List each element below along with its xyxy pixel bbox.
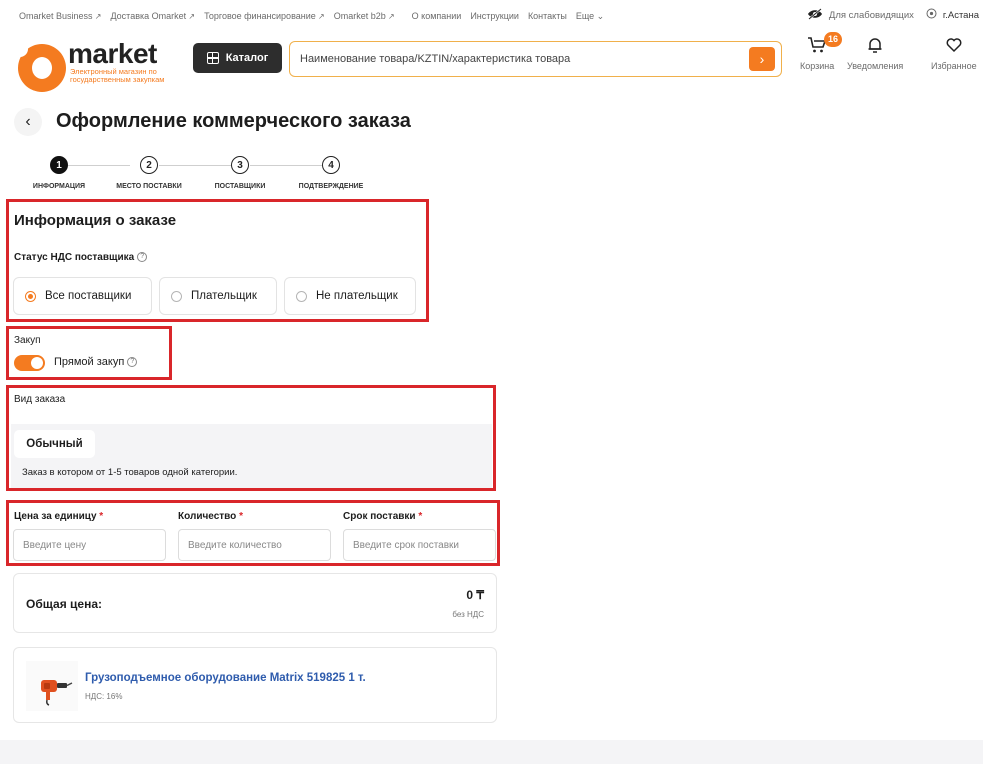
step-connector — [250, 165, 322, 166]
product-image — [26, 661, 78, 711]
favorites-button[interactable]: Избранное — [931, 36, 977, 71]
top-link-financing[interactable]: Торговое финансирование — [204, 11, 325, 22]
notifications-button[interactable]: Уведомления — [847, 36, 903, 71]
highlight-box — [6, 199, 429, 322]
step-3-indicator[interactable]: 3 — [231, 156, 249, 174]
total-price-note: без НДС — [452, 610, 484, 619]
catalog-button[interactable]: Каталог — [193, 43, 282, 73]
chevron-down-icon: ⌄ — [596, 11, 605, 21]
location-pin-icon — [926, 8, 937, 23]
heart-icon — [945, 36, 963, 61]
highlight-box — [6, 500, 500, 566]
site-logo[interactable]: market Электронный магазин по государств… — [12, 38, 180, 92]
step-2-indicator[interactable]: 2 — [140, 156, 158, 174]
step-1-label: ИНФОРМАЦИЯ — [32, 183, 86, 190]
search-submit-button[interactable]: › — [749, 47, 775, 71]
search-input[interactable] — [300, 49, 740, 69]
accessibility-link[interactable]: Для слабовидящих — [807, 8, 914, 23]
favorites-label: Избранное — [931, 61, 977, 71]
page: Omarket Business Доставка Omarket Торгов… — [0, 0, 983, 764]
step-2-label: МЕСТО ПОСТАВКИ — [116, 183, 182, 190]
top-link-business[interactable]: Omarket Business — [19, 11, 101, 22]
step-1-indicator[interactable]: 1 — [50, 156, 68, 174]
step-4-label: ПОДТВЕРЖДЕНИЕ — [298, 183, 364, 190]
top-link-b2b[interactable]: Omarket b2b — [334, 11, 395, 22]
top-link-more-label: Еще — [575, 11, 595, 21]
page-title: Оформление коммерческого заказа — [56, 110, 411, 132]
product-title-link[interactable]: Грузоподъемное оборудование Matrix 51982… — [85, 672, 366, 684]
city-label: г.Астана — [942, 10, 979, 21]
total-price-label: Общая цена: — [26, 597, 102, 611]
hoist-icon — [41, 680, 73, 706]
accessibility-label: Для слабовидящих — [828, 10, 914, 21]
city-selector[interactable]: г.Астана — [926, 8, 979, 23]
highlight-box — [6, 385, 496, 491]
grid-icon — [206, 52, 219, 64]
top-link-delivery[interactable]: Доставка Omarket — [110, 11, 195, 22]
highlight-box — [6, 326, 172, 380]
product-vat: НДС: 16% — [85, 692, 123, 701]
logo-mark-icon — [12, 41, 66, 92]
top-bar: Omarket Business Доставка Omarket Торгов… — [0, 0, 983, 30]
step-connector — [68, 165, 130, 166]
step-4-indicator[interactable]: 4 — [322, 156, 340, 174]
top-link-contacts[interactable]: Контакты — [528, 11, 567, 22]
footer-strip — [0, 740, 983, 764]
top-right: Для слабовидящих г.Астана — [807, 8, 979, 23]
header: market Электронный магазин по государств… — [0, 30, 983, 94]
chevron-right-icon: › — [759, 51, 765, 67]
header-actions: 16 Корзина Уведомления Избранное — [800, 32, 983, 86]
total-price-card: Общая цена: 0 ₸ без НДС — [13, 573, 497, 633]
step-3-label: ПОСТАВЩИКИ — [214, 183, 266, 190]
top-link-instructions[interactable]: Инструкции — [470, 11, 519, 22]
top-link-more[interactable]: Еще ⌄ — [576, 11, 604, 22]
top-link-about[interactable]: О компании — [412, 11, 462, 22]
back-button[interactable]: ‹ — [14, 108, 42, 136]
product-card: Грузоподъемное оборудование Matrix 51982… — [13, 647, 497, 723]
search-bar: › — [289, 41, 782, 77]
cart-count-badge: 16 — [824, 32, 842, 47]
catalog-label: Каталог — [225, 52, 269, 64]
logo-word: market — [68, 38, 157, 69]
cart-button[interactable]: 16 Корзина — [800, 32, 842, 71]
top-links: Omarket Business Доставка Omarket Торгов… — [19, 11, 604, 22]
step-connector — [159, 165, 231, 166]
logo-subtitle: Электронный магазин по государственным з… — [70, 67, 165, 84]
notifications-label: Уведомления — [847, 61, 904, 71]
chevron-left-icon: ‹ — [25, 113, 31, 130]
total-price-value: 0 ₸ — [466, 588, 484, 602]
cart-label: Корзина — [800, 61, 835, 71]
eye-off-icon — [807, 8, 823, 23]
order-stepper: 1 2 3 4 ИНФОРМАЦИЯ МЕСТО ПОСТАВКИ ПОСТАВ… — [0, 153, 400, 195]
bell-icon — [866, 36, 884, 61]
